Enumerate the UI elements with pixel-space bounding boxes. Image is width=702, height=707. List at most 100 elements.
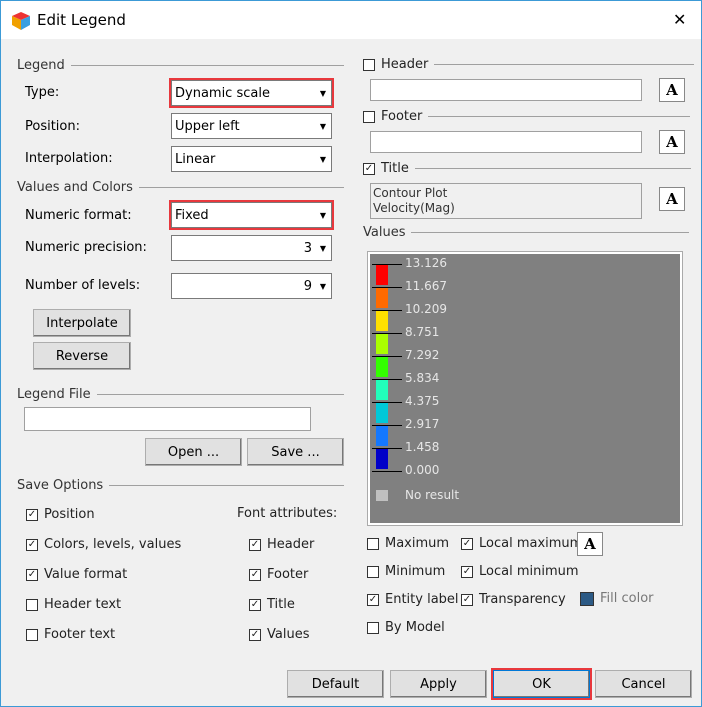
no-result-label: No result xyxy=(405,488,460,502)
color-band xyxy=(376,265,388,285)
chevron-down-icon: ▼ xyxy=(319,210,327,220)
interpolate-button[interactable]: Interpolate xyxy=(33,309,131,337)
font-header-checkbox[interactable]: ✓ Header xyxy=(249,537,314,552)
color-band xyxy=(376,357,388,377)
group-title: Legend xyxy=(17,57,65,73)
save-value-format-checkbox[interactable]: ✓ Value format xyxy=(26,567,127,582)
level-tick xyxy=(372,471,402,472)
level-value: 5.834 xyxy=(405,371,440,385)
reverse-button[interactable]: Reverse xyxy=(33,342,131,370)
group-title: Values xyxy=(363,224,406,240)
legend-file-input[interactable] xyxy=(24,407,311,431)
type-select[interactable]: Dynamic scale ▼ xyxy=(169,78,334,108)
save-header-text-checkbox[interactable]: Header text xyxy=(26,597,121,612)
level-value: 7.292 xyxy=(405,348,440,362)
numeric-format-label: Numeric format: xyxy=(25,208,132,223)
save-position-checkbox[interactable]: ✓ Position xyxy=(26,507,95,522)
checkbox-box xyxy=(26,598,38,611)
checkbox-label: Header xyxy=(267,537,315,552)
chevron-down-icon: ▼ xyxy=(319,281,327,291)
save-footer-text-checkbox[interactable]: Footer text xyxy=(26,627,115,642)
ok-button[interactable]: OK xyxy=(491,668,592,700)
numeric-format-select[interactable]: Fixed ▼ xyxy=(169,200,334,230)
type-label: Type: xyxy=(25,85,60,100)
level-value: 4.375 xyxy=(405,394,440,408)
precision-value: 3 xyxy=(303,240,312,256)
checkbox-label: Values xyxy=(267,627,310,642)
level-value: 0.000 xyxy=(405,463,440,477)
chevron-down-icon: ▼ xyxy=(319,243,327,253)
footer-checkbox[interactable]: Footer xyxy=(363,109,691,124)
local-minimum-checkbox[interactable]: ✓ Local minimum xyxy=(461,564,579,579)
precision-spinner[interactable]: 3 ▼ xyxy=(171,235,332,261)
apply-button[interactable]: Apply xyxy=(390,670,487,698)
header-checkbox[interactable]: Header xyxy=(363,57,695,72)
color-band xyxy=(376,334,388,354)
checkbox-label: Footer xyxy=(267,567,309,582)
local-maximum-font-button[interactable]: A xyxy=(577,532,603,556)
levels-spinner[interactable]: 9 ▼ xyxy=(171,273,332,299)
font-footer-checkbox[interactable]: ✓ Footer xyxy=(249,567,308,582)
checkbox-box xyxy=(367,565,379,578)
cancel-button[interactable]: Cancel xyxy=(595,670,692,698)
header-input[interactable] xyxy=(370,79,642,101)
color-band xyxy=(376,380,388,400)
checkbox-label: Header text xyxy=(44,597,122,612)
checkbox-box: ✓ xyxy=(26,568,38,581)
interpolation-select[interactable]: Linear ▼ xyxy=(171,146,332,172)
checkbox-box: ✓ xyxy=(249,538,261,551)
save-colors-levels-values-checkbox[interactable]: ✓ Colors, levels, values xyxy=(26,537,181,552)
fill-color-button[interactable]: Fill color xyxy=(580,591,654,606)
checkbox-box: ✓ xyxy=(461,565,473,578)
checkbox-box xyxy=(26,628,38,641)
edit-legend-dialog: Edit Legend ✕ Legend Type: Dynamic scale… xyxy=(0,0,702,707)
title-checkbox[interactable]: ✓ Title xyxy=(363,161,691,176)
footer-input[interactable] xyxy=(370,131,642,153)
transparency-checkbox[interactable]: ✓ Transparency xyxy=(461,592,566,607)
minimum-checkbox[interactable]: Minimum xyxy=(367,564,445,579)
open-button[interactable]: Open ... xyxy=(145,438,242,466)
maximum-checkbox[interactable]: Maximum xyxy=(367,536,449,551)
local-maximum-checkbox[interactable]: ✓ Local maximum xyxy=(461,536,582,551)
color-band xyxy=(376,311,388,331)
interpolation-label: Interpolation: xyxy=(25,151,113,166)
color-band xyxy=(376,403,388,423)
chevron-down-icon: ▼ xyxy=(319,154,327,164)
interpolation-value: Linear xyxy=(175,151,216,167)
checkbox-box xyxy=(363,58,375,71)
font-values-checkbox[interactable]: ✓ Values xyxy=(249,627,309,642)
legend-preview: 13.126 11.667 10.209 8.751 7.292 5.834 4.375 2.… xyxy=(367,251,683,526)
checkbox-label: Entity label xyxy=(385,592,459,607)
chevron-down-icon: ▼ xyxy=(319,88,327,98)
checkbox-box: ✓ xyxy=(26,538,38,551)
checkbox-label: Footer text xyxy=(44,627,116,642)
footer-font-button[interactable]: A xyxy=(659,130,685,154)
checkbox-label: Maximum xyxy=(385,536,450,551)
checkbox-box: ✓ xyxy=(363,162,375,175)
levels-value: 9 xyxy=(303,278,312,294)
checkbox-box: ✓ xyxy=(249,628,261,641)
values-colors-group: Values and Colors xyxy=(17,180,344,195)
entity-label-checkbox[interactable]: ✓ Entity label xyxy=(367,592,459,607)
group-title: Save Options xyxy=(17,477,104,493)
checkbox-label: Footer xyxy=(381,109,423,124)
checkbox-label: Title xyxy=(267,597,295,612)
group-title: Legend File xyxy=(17,386,91,402)
level-value: 2.917 xyxy=(405,417,440,431)
title-font-button[interactable]: A xyxy=(659,187,685,211)
checkbox-label: Header xyxy=(381,57,429,72)
save-button[interactable]: Save ... xyxy=(247,438,344,466)
checkbox-box xyxy=(367,621,379,634)
color-band xyxy=(376,426,388,446)
level-value: 13.126 xyxy=(405,256,447,270)
level-value: 8.751 xyxy=(405,325,440,339)
title-textarea[interactable]: Contour Plot Velocity(Mag) xyxy=(370,183,642,219)
window-title: Edit Legend xyxy=(37,11,126,29)
default-button[interactable]: Default xyxy=(287,670,384,698)
font-title-checkbox[interactable]: ✓ Title xyxy=(249,597,295,612)
position-select[interactable]: Upper left ▼ xyxy=(171,113,332,139)
checkbox-box: ✓ xyxy=(249,598,261,611)
by-model-checkbox[interactable]: By Model xyxy=(367,620,445,635)
close-button[interactable]: ✕ xyxy=(673,10,686,29)
header-font-button[interactable]: A xyxy=(659,78,685,102)
